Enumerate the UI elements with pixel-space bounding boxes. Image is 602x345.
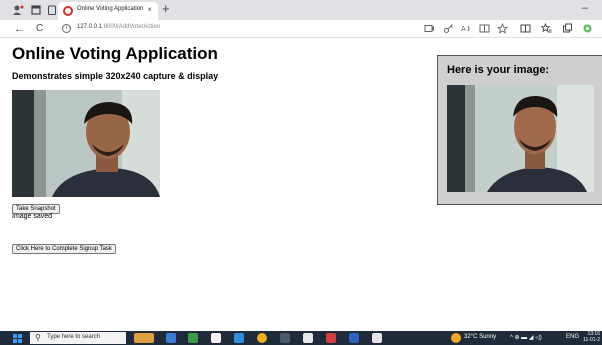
workspaces-icon[interactable] (30, 4, 42, 16)
captured-image (447, 85, 594, 192)
split-screen-icon[interactable] (520, 23, 531, 37)
address-bar[interactable]: 127.0.0.1:8000/AddVoterAction (77, 24, 160, 30)
page-title: Online Voting Application (12, 44, 218, 63)
record-favicon-icon (63, 6, 73, 16)
key-icon[interactable] (443, 23, 454, 37)
tab-online-voting[interactable]: Online Voting Application × (58, 2, 158, 20)
tab-title: Online Voting Application (77, 6, 144, 12)
search-icon: ⚲ (35, 333, 41, 342)
extensions-icon[interactable] (582, 23, 593, 37)
webcam-preview (12, 90, 160, 197)
read-aloud-icon[interactable]: A (461, 23, 472, 37)
profile-icon[interactable] (12, 4, 24, 16)
windows-taskbar: ⚲ Type here to search 32°C Sunny ^ ⊕ ▬ ◢… (0, 331, 602, 345)
immersive-reader-icon[interactable] (479, 23, 490, 37)
svg-text:A: A (461, 26, 466, 33)
app-available-icon[interactable] (424, 23, 435, 37)
favorite-star-icon[interactable] (496, 22, 509, 37)
back-button[interactable]: ← (14, 22, 25, 36)
chrome-app-icon[interactable] (257, 333, 267, 343)
terminal-app-icon[interactable] (280, 333, 290, 343)
excel-app-icon[interactable] (188, 333, 198, 343)
site-info-icon[interactable]: i (62, 24, 71, 33)
task-view-icon[interactable] (166, 333, 176, 343)
weather-sun-icon[interactable] (451, 333, 461, 343)
browser-tab-bar: Online Voting Application × + – (0, 0, 602, 20)
notepad-app-icon[interactable] (303, 333, 313, 343)
result-panel: Here is your image: (437, 55, 602, 205)
paint-app-icon[interactable] (326, 333, 336, 343)
url-path: :8000/AddVoterAction (102, 24, 161, 30)
search-placeholder: Type here to search (47, 334, 101, 340)
result-heading: Here is your image: (447, 64, 550, 76)
favorites-icon[interactable] (540, 22, 552, 37)
clock[interactable]: 13:16 11-01-2 (583, 331, 600, 343)
file-explorer-icon[interactable] (211, 333, 221, 343)
clock-date: 11-01-2 (583, 337, 600, 343)
news-widget-icon[interactable] (134, 333, 154, 343)
status-message: Image saved (12, 213, 53, 220)
mail-app-icon[interactable] (234, 333, 244, 343)
windows-start-icon[interactable] (13, 334, 22, 343)
cmd-app-icon[interactable] (372, 333, 382, 343)
language-indicator[interactable]: ENG (566, 334, 579, 340)
tab-actions-icon[interactable] (46, 4, 58, 16)
collections-icon[interactable] (562, 23, 573, 37)
browser-toolbar: ← C i 127.0.0.1:8000/AddVoterAction A (0, 20, 602, 38)
taskbar-search[interactable]: ⚲ Type here to search (30, 332, 126, 344)
tray-icons[interactable]: ^ ⊕ ▬ ◢ ◁) (510, 334, 542, 341)
new-tab-button[interactable]: + (162, 2, 170, 16)
weather-text[interactable]: 32°C Sunny (464, 334, 496, 340)
url-host: 127.0.0.1 (77, 24, 103, 30)
tab-close-icon[interactable]: × (147, 5, 152, 14)
page-subtitle: Demonstrates simple 320x240 capture & di… (12, 71, 219, 81)
complete-signup-button[interactable]: Click Here to Complete Signup Task (12, 244, 116, 254)
minimize-button[interactable]: – (582, 2, 588, 14)
reload-button[interactable]: C (36, 22, 43, 36)
word-app-icon[interactable] (349, 333, 359, 343)
